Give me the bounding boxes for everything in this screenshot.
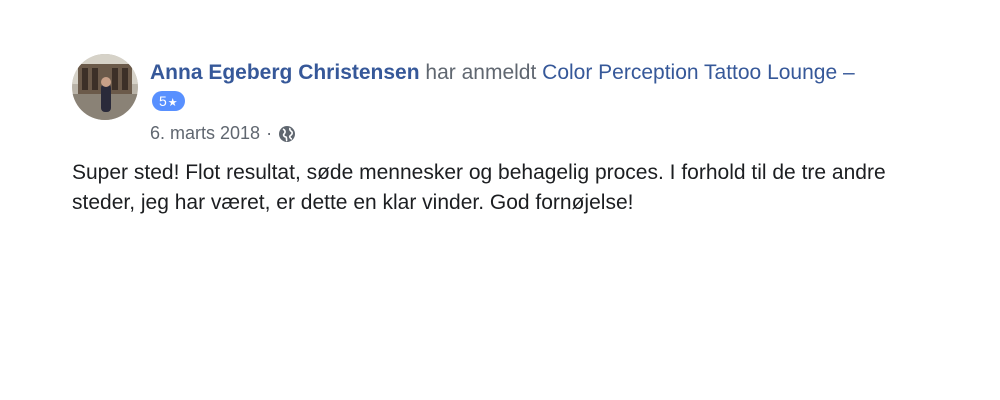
author-name-link[interactable]: Anna Egeberg Christensen bbox=[150, 61, 420, 84]
page-name-link[interactable]: Color Perception Tattoo Lounge bbox=[542, 61, 837, 84]
globe-icon[interactable] bbox=[278, 124, 296, 142]
review-action-text: har anmeldt bbox=[425, 61, 537, 84]
meta-separator: · bbox=[266, 123, 273, 143]
review-meta: 6. marts 2018 · bbox=[150, 120, 296, 146]
review-body-text: Super sted! Flot resultat, søde menneske… bbox=[72, 161, 886, 214]
review-date-link[interactable]: 6. marts 2018 bbox=[150, 120, 260, 146]
rating-value: 5 bbox=[159, 93, 167, 109]
star-icon: ★ bbox=[167, 97, 178, 109]
avatar-photo bbox=[72, 54, 138, 120]
title-dash: – bbox=[842, 61, 855, 84]
rating-badge: 5★ bbox=[152, 91, 185, 111]
avatar[interactable] bbox=[72, 54, 138, 120]
review-header: Anna Egeberg Christensen har anmeldt Col… bbox=[150, 58, 870, 116]
